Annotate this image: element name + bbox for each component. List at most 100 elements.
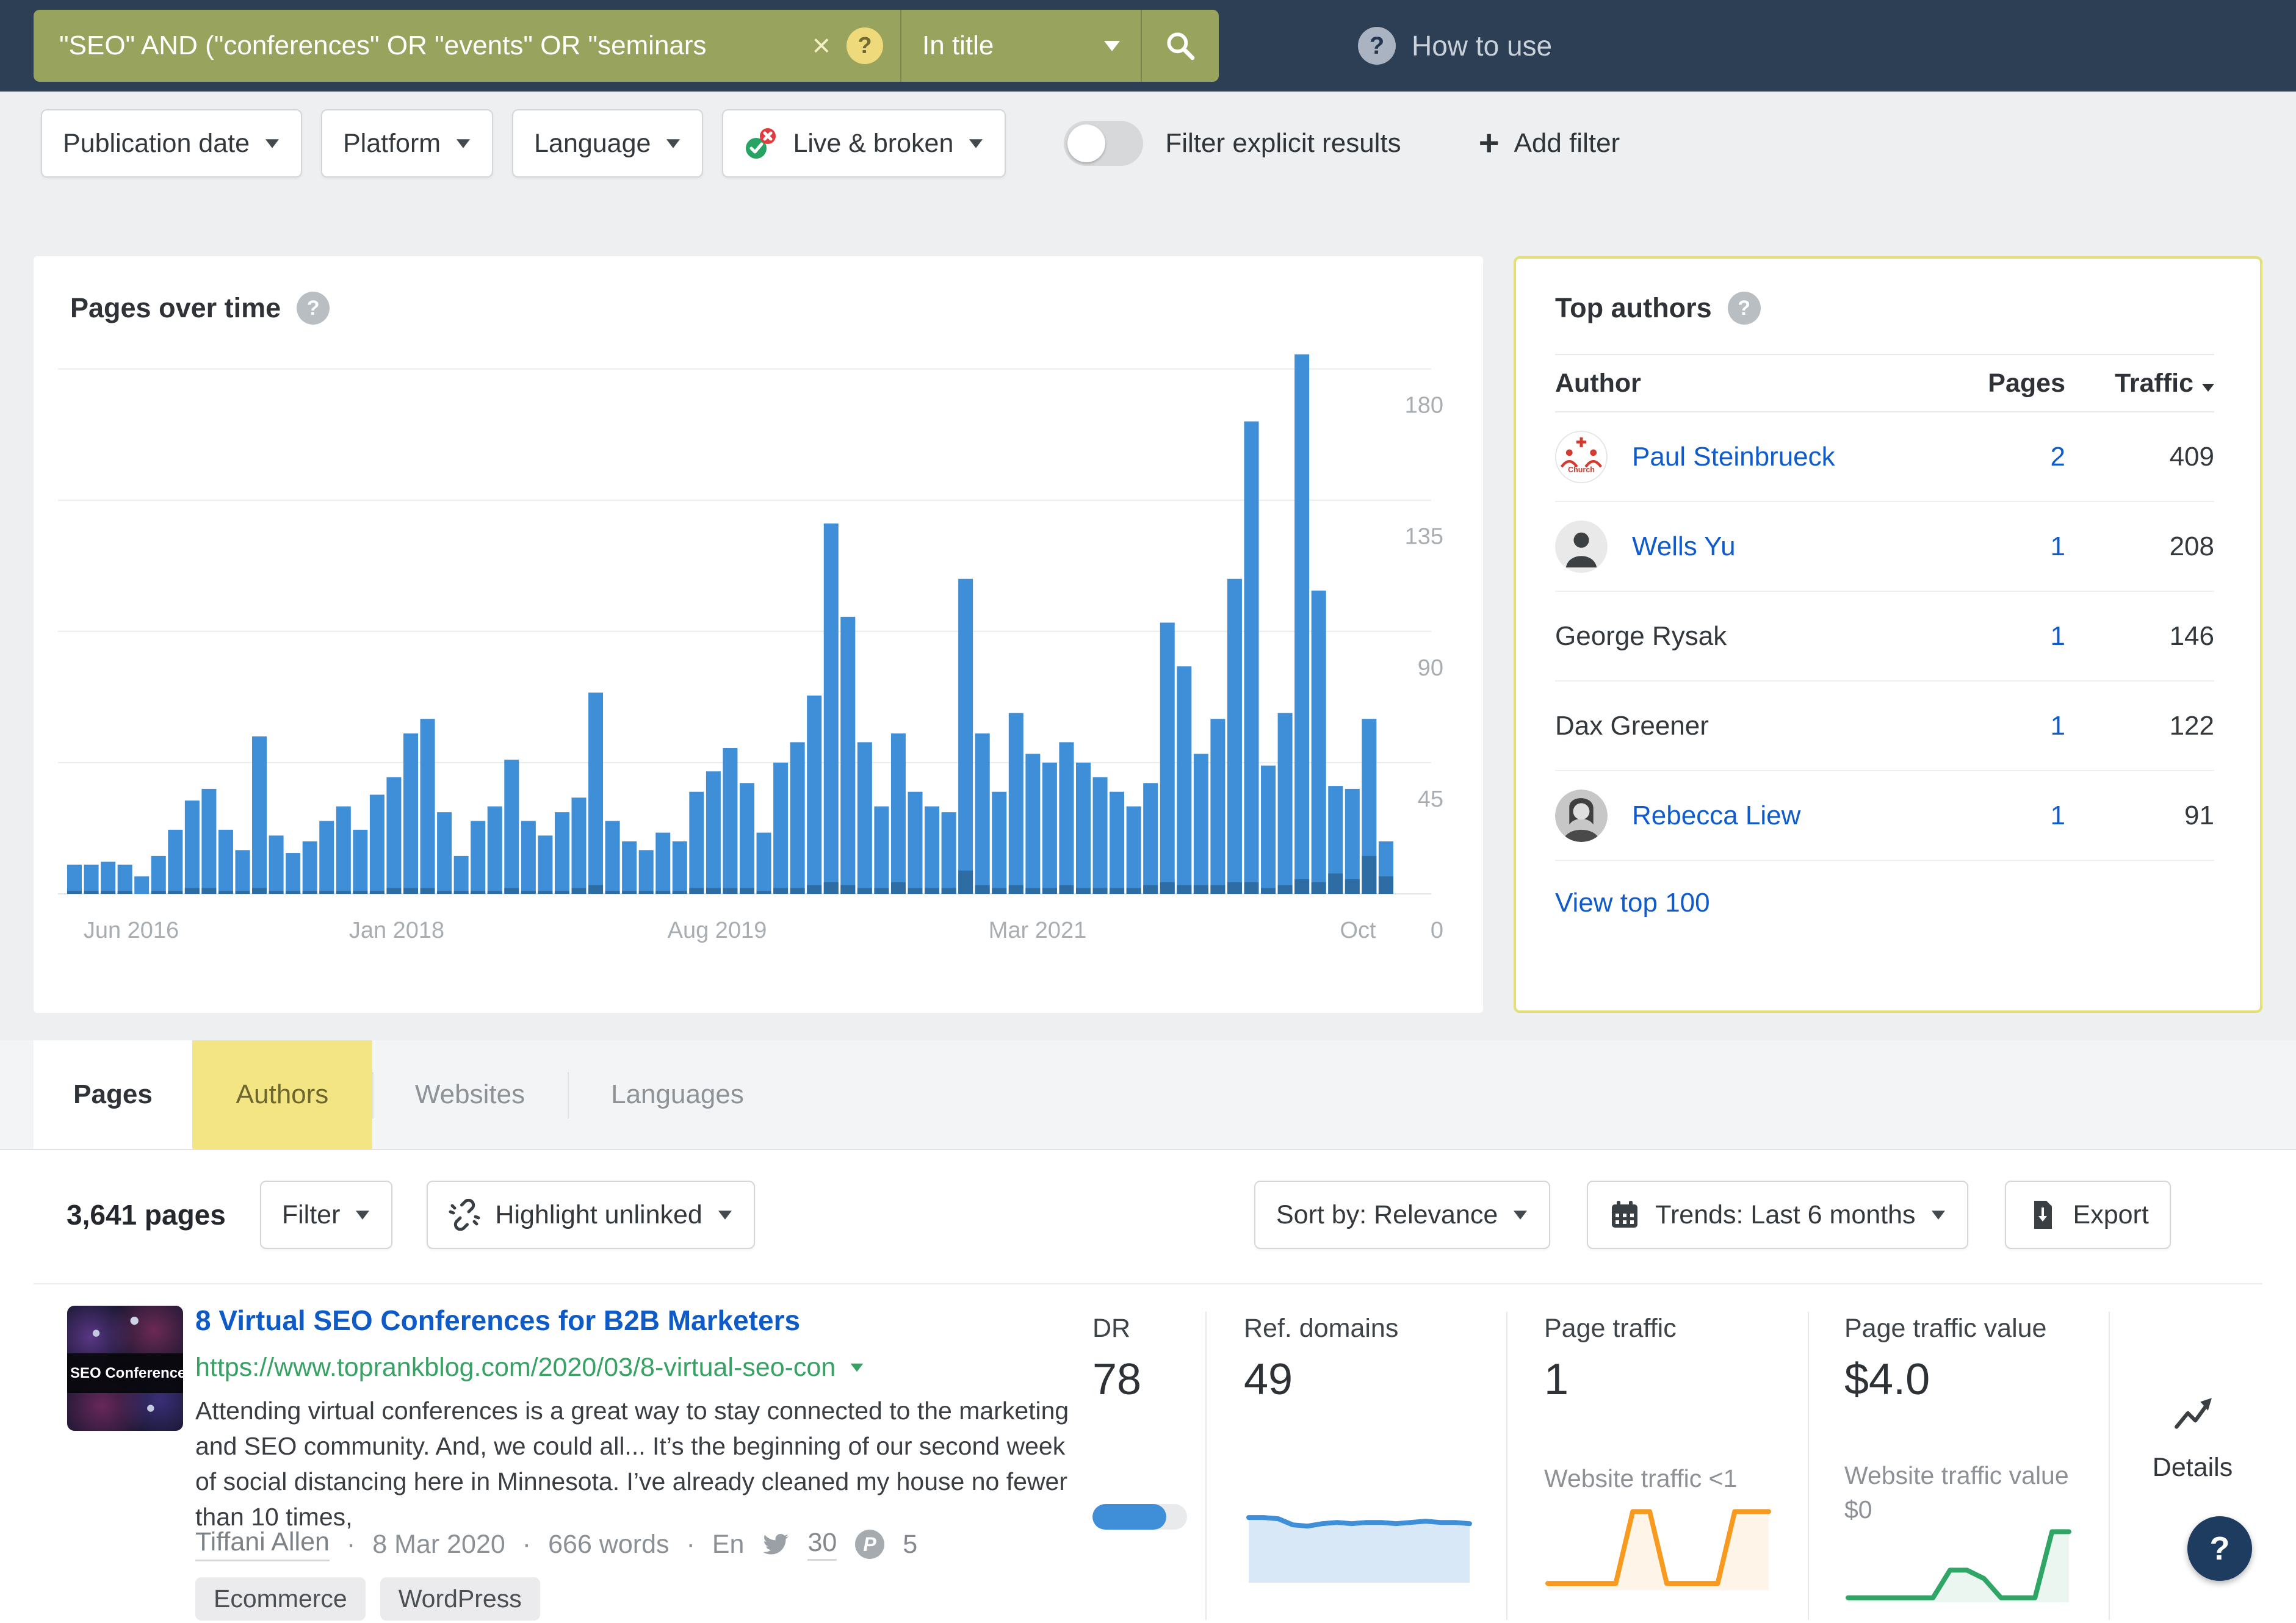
top-navigation-bar: "SEO" AND ("conferences" OR "events" OR … — [0, 0, 2296, 92]
search-scope-dropdown[interactable]: In title — [901, 10, 1141, 82]
svg-text:45: 45 — [1418, 786, 1443, 812]
author-name: Dax Greener — [1555, 710, 1709, 741]
page-traffic-metric: Page traffic 1 — [1544, 1314, 1677, 1405]
author-pages-link[interactable]: 1 — [1943, 531, 2065, 562]
author-row: George Rysak 1 146 — [1555, 592, 2214, 682]
top-authors-panel: Top authors ? Author Pages Traffic Churc… — [1514, 256, 2262, 1013]
result-url-link[interactable]: https://www.toprankblog.com/2020/03/8-vi… — [195, 1353, 836, 1383]
view-top-100-link[interactable]: View top 100 — [1555, 888, 2214, 918]
traffic-column-label: Traffic — [2114, 368, 2193, 398]
traffic-value-sparkline — [1846, 1529, 2071, 1602]
traffic-value-value: $4.0 — [1844, 1355, 1930, 1404]
ref-domains-label: Ref. domains — [1244, 1314, 1399, 1343]
pinterest-icon: P — [855, 1530, 885, 1559]
chevron-down-icon — [969, 139, 983, 148]
author-link[interactable]: Rebecca Liew — [1632, 801, 1943, 831]
explicit-results-toggle[interactable] — [1064, 121, 1144, 166]
search-bar[interactable]: "SEO" AND ("conferences" OR "events" OR … — [34, 10, 1219, 82]
how-to-use-label: How to use — [1412, 30, 1553, 62]
author-link[interactable]: Paul Steinbrueck — [1632, 442, 1943, 472]
clear-query-icon[interactable]: × — [812, 30, 831, 62]
author-pages-link[interactable]: 2 — [1943, 442, 2065, 472]
search-button[interactable] — [1142, 10, 1219, 82]
explicit-results-label: Filter explicit results — [1165, 128, 1401, 158]
result-date: 8 Mar 2020 — [372, 1529, 505, 1559]
filter-bar: Publication date Platform Language Live … — [0, 92, 2296, 195]
chart-help-icon[interactable]: ? — [297, 292, 330, 325]
highlight-unlinked-label: Highlight unlinked — [495, 1200, 702, 1229]
results-filter-button[interactable]: Filter — [259, 1181, 393, 1249]
author-pages-link[interactable]: 1 — [1943, 621, 2065, 652]
author-pages-link[interactable]: 1 — [1943, 711, 2065, 741]
svg-text:Church: Church — [1568, 466, 1595, 474]
column-divider — [1506, 1312, 1507, 1620]
result-thumbnail[interactable]: SEO Conferences for B2B M — [67, 1306, 183, 1431]
page-traffic-label: Page traffic — [1544, 1314, 1677, 1343]
meta-separator: · — [346, 1529, 356, 1559]
svg-text:Mar 2021: Mar 2021 — [989, 918, 1087, 943]
thumbnail-caption: SEO Conferences for B2B M — [67, 1353, 183, 1394]
tag-pill[interactable]: Ecommerce — [195, 1577, 366, 1621]
highlight-unlinked-button[interactable]: Highlight unlinked — [427, 1181, 755, 1249]
svg-text:Jan 2018: Jan 2018 — [349, 918, 444, 943]
column-divider — [1205, 1312, 1207, 1620]
sort-desc-icon — [2202, 383, 2214, 392]
sort-by-button[interactable]: Sort by: Relevance — [1254, 1181, 1551, 1249]
svg-text:Jun 2016: Jun 2016 — [84, 918, 179, 943]
platform-label: Platform — [343, 128, 441, 158]
how-to-use-link[interactable]: ? How to use — [1358, 0, 1552, 92]
result-meta-row: Tiffani Allen · 8 Mar 2020 · 666 words ·… — [195, 1527, 917, 1561]
export-download-icon — [2034, 1201, 2052, 1229]
pages-over-time-svg[interactable]: 45 90 135 180 0 Jun 2016 Jan 2018 Aug 2019 Mar 2… — [34, 329, 1483, 1013]
pages-column-header[interactable]: Pages — [1943, 369, 2065, 398]
help-floating-button[interactable]: ? — [2187, 1516, 2252, 1581]
publication-date-label: Publication date — [63, 128, 250, 158]
publication-date-filter[interactable]: Publication date — [41, 109, 302, 178]
tab-authors[interactable]: Authors — [192, 1040, 372, 1149]
author-pages-link[interactable]: 1 — [1943, 801, 2065, 831]
author-row: Church Paul Steinbrueck 2 409 — [1555, 412, 2214, 502]
tab-pages[interactable]: Pages — [34, 1040, 192, 1149]
author-column-header[interactable]: Author — [1555, 369, 1943, 398]
chevron-down-icon — [265, 139, 280, 148]
author-row: Wells Yu 1 208 — [1555, 502, 2214, 592]
result-title-link[interactable]: 8 Virtual SEO Conferences for B2B Market… — [195, 1304, 800, 1337]
trends-button[interactable]: Trends: Last 6 months — [1587, 1181, 1968, 1249]
details-button[interactable]: Details — [2130, 1394, 2255, 1483]
query-help-icon[interactable]: ? — [847, 27, 883, 64]
top-authors-help-icon[interactable]: ? — [1727, 292, 1761, 325]
author-link[interactable]: Wells Yu — [1632, 531, 1943, 562]
ref-domains-sparkline — [1246, 1515, 1472, 1583]
avatar-generic-person — [1555, 520, 1608, 573]
meta-separator: · — [686, 1529, 695, 1559]
live-broken-filter[interactable]: Live & broken — [722, 109, 1006, 178]
language-filter[interactable]: Language — [512, 109, 704, 178]
result-language: En — [712, 1529, 745, 1559]
chevron-down-icon — [457, 139, 471, 148]
twitter-share-count[interactable]: 30 — [807, 1528, 837, 1561]
export-label: Export — [2073, 1200, 2149, 1229]
author-traffic-value: 91 — [2184, 800, 2214, 830]
author-row: Dax Greener 1 122 — [1555, 682, 2214, 771]
live-broken-status-icon — [746, 128, 776, 159]
add-filter-button[interactable]: + Add filter — [1479, 126, 1620, 161]
svg-text:Oct: Oct — [1340, 918, 1376, 943]
ref-domains-value: 49 — [1244, 1355, 1293, 1404]
tag-pill[interactable]: WordPress — [380, 1577, 540, 1621]
twitter-icon — [763, 1534, 789, 1555]
traffic-column-header[interactable]: Traffic — [2065, 369, 2214, 398]
result-author-link[interactable]: Tiffani Allen — [195, 1527, 330, 1561]
export-button[interactable]: Export — [2004, 1181, 2171, 1249]
tab-websites[interactable]: Websites — [372, 1040, 568, 1149]
avatar-church-logo: Church — [1555, 430, 1608, 483]
toolbar-divider — [34, 1283, 2262, 1284]
trend-zigzag-icon — [2174, 1398, 2212, 1429]
search-query-input[interactable]: "SEO" AND ("conferences" OR "events" OR … — [59, 31, 806, 61]
tab-languages[interactable]: Languages — [568, 1040, 787, 1149]
website-traffic-label: Website traffic <1 — [1544, 1464, 1738, 1492]
dr-metric: DR 78 — [1092, 1314, 1141, 1405]
url-expand-icon[interactable] — [850, 1363, 864, 1372]
sort-by-label: Sort by: Relevance — [1276, 1200, 1498, 1229]
platform-filter[interactable]: Platform — [321, 109, 494, 178]
chevron-down-icon — [1931, 1210, 1945, 1220]
